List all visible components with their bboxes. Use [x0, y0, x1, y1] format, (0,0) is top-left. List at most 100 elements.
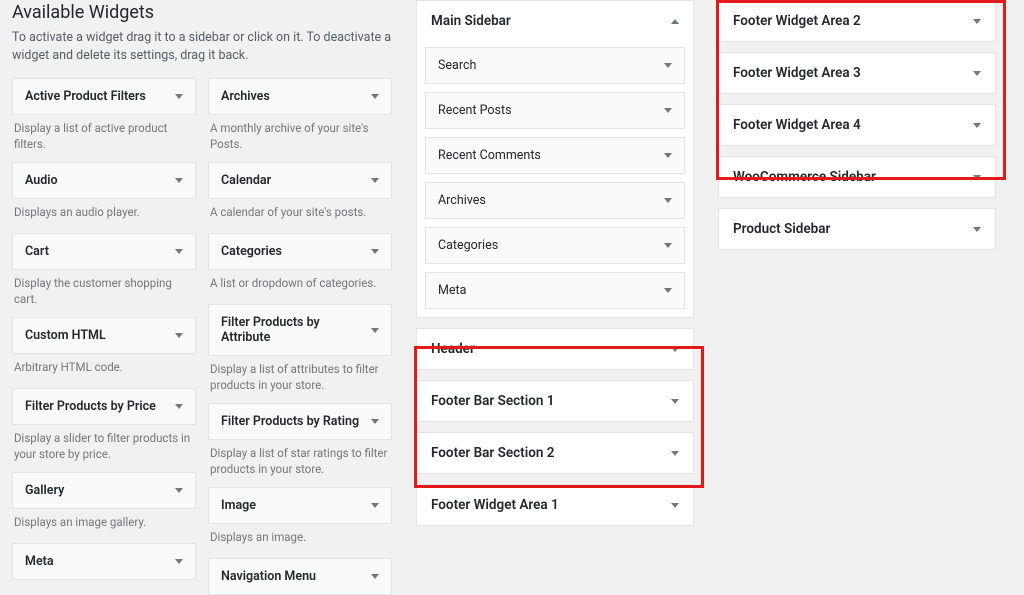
widget-desc: Displays an image. [208, 524, 392, 558]
sidebar-product: Product Sidebar [718, 208, 996, 250]
sidebar-footer-bar-1: Footer Bar Section 1 [416, 380, 694, 422]
sidebar-woocommerce-header[interactable]: WooCommerce Sidebar [719, 157, 995, 197]
widget-nav-menu[interactable]: Navigation Menu [208, 558, 392, 595]
sidebar-footer-widget-4-header[interactable]: Footer Widget Area 4 [719, 105, 995, 145]
sidebar-main-header[interactable]: Main Sidebar [417, 1, 693, 41]
chevron-down-icon [973, 227, 981, 232]
sidebar-areas-col-2: Footer Widget Area 2 Footer Widget Area … [718, 0, 996, 595]
sidebar-header-area-header[interactable]: Header [417, 329, 693, 369]
widget-filter-rating[interactable]: Filter Products by Rating [208, 403, 392, 440]
chevron-down-icon [371, 574, 379, 579]
sidebar-footer-widget-4: Footer Widget Area 4 [718, 104, 996, 146]
widget-filter-attribute[interactable]: Filter Products by Attribute [208, 304, 392, 356]
widgets-admin: Available Widgets To activate a widget d… [0, 0, 1024, 595]
chevron-down-icon [175, 404, 183, 409]
sidebar-title: Header [431, 341, 475, 357]
chevron-down-icon [664, 153, 672, 158]
widget-desc: A list or dropdown of categories. [208, 270, 392, 304]
widget-meta[interactable]: Meta [12, 543, 196, 580]
sidebar-widget-recent-posts[interactable]: Recent Posts [425, 92, 685, 129]
widget-desc: Display the customer shopping cart. [12, 270, 196, 317]
sidebar-title: WooCommerce Sidebar [733, 169, 876, 185]
sidebar-title: Footer Bar Section 2 [431, 445, 554, 461]
widget-title: Filter Products by Attribute [221, 315, 371, 345]
chevron-down-icon [664, 63, 672, 68]
sidebar-main-body: Search Recent Posts Recent Comments Arch… [417, 41, 693, 317]
sidebar-widget-categories[interactable]: Categories [425, 227, 685, 264]
available-widgets-col-left: Active Product Filters Display a list of… [12, 78, 196, 595]
widget-cart[interactable]: Cart [12, 233, 196, 270]
sidebar-widget-recent-comments[interactable]: Recent Comments [425, 137, 685, 174]
sidebar-widget-meta[interactable]: Meta [425, 272, 685, 309]
chevron-down-icon [671, 451, 679, 456]
chevron-down-icon [973, 71, 981, 76]
widget-archives[interactable]: Archives [208, 78, 392, 115]
chevron-down-icon [664, 288, 672, 293]
widget-filter-price[interactable]: Filter Products by Price [12, 388, 196, 425]
sidebar-title: Footer Widget Area 1 [431, 497, 559, 513]
sidebar-footer-widget-3: Footer Widget Area 3 [718, 52, 996, 94]
sidebar-title: Footer Widget Area 2 [733, 13, 861, 29]
widget-title: Categories [221, 244, 282, 259]
chevron-down-icon [175, 249, 183, 254]
widget-label: Search [438, 58, 476, 73]
chevron-down-icon [371, 419, 379, 424]
sidebar-footer-bar-2-header[interactable]: Footer Bar Section 2 [417, 433, 693, 473]
widget-title: Archives [221, 89, 270, 104]
sidebar-main: Main Sidebar Search Recent Posts Recent … [416, 0, 694, 318]
widget-title: Audio [25, 173, 58, 188]
widget-desc: Display a list of active product filters… [12, 115, 196, 162]
available-widgets-desc: To activate a widget drag it to a sideba… [12, 29, 392, 64]
widget-desc: Displays an image gallery. [12, 509, 196, 543]
widget-desc: Displays an audio player. [12, 199, 196, 233]
sidebar-areas-col-1: Main Sidebar Search Recent Posts Recent … [416, 0, 694, 595]
widget-desc: Display a slider to filter products in y… [12, 425, 196, 472]
widget-desc: Arbitrary HTML code. [12, 354, 196, 388]
chevron-down-icon [664, 108, 672, 113]
widget-gallery[interactable]: Gallery [12, 472, 196, 509]
widget-audio[interactable]: Audio [12, 162, 196, 199]
sidebar-footer-widget-1-header[interactable]: Footer Widget Area 1 [417, 485, 693, 525]
chevron-down-icon [664, 243, 672, 248]
sidebar-footer-widget-2: Footer Widget Area 2 [718, 0, 996, 42]
widget-title: Active Product Filters [25, 89, 146, 104]
widget-title: Filter Products by Rating [221, 414, 359, 429]
sidebar-widget-search[interactable]: Search [425, 47, 685, 84]
sidebar-title: Footer Widget Area 4 [733, 117, 861, 133]
widget-desc: A monthly archive of your site's Posts. [208, 115, 392, 162]
sidebar-woocommerce: WooCommerce Sidebar [718, 156, 996, 198]
chevron-down-icon [664, 198, 672, 203]
widget-label: Archives [438, 193, 486, 208]
chevron-down-icon [175, 94, 183, 99]
sidebar-header-area: Header [416, 328, 694, 370]
chevron-down-icon [671, 399, 679, 404]
sidebar-title: Footer Widget Area 3 [733, 65, 861, 81]
chevron-down-icon [371, 328, 379, 333]
widget-active-product-filters[interactable]: Active Product Filters [12, 78, 196, 115]
chevron-down-icon [973, 19, 981, 24]
sidebar-title: Product Sidebar [733, 221, 830, 237]
widget-custom-html[interactable]: Custom HTML [12, 317, 196, 354]
sidebar-footer-widget-2-header[interactable]: Footer Widget Area 2 [719, 1, 995, 41]
widget-title: Cart [25, 244, 49, 259]
chevron-down-icon [371, 249, 379, 254]
chevron-down-icon [175, 333, 183, 338]
available-widgets-title: Available Widgets [12, 2, 392, 23]
chevron-down-icon [371, 503, 379, 508]
widget-categories[interactable]: Categories [208, 233, 392, 270]
chevron-down-icon [371, 178, 379, 183]
widget-title: Image [221, 498, 256, 513]
sidebar-product-header[interactable]: Product Sidebar [719, 209, 995, 249]
sidebar-footer-bar-1-header[interactable]: Footer Bar Section 1 [417, 381, 693, 421]
sidebar-footer-widget-1: Footer Widget Area 1 [416, 484, 694, 526]
sidebar-widget-archives[interactable]: Archives [425, 182, 685, 219]
widget-calendar[interactable]: Calendar [208, 162, 392, 199]
widget-title: Navigation Menu [221, 569, 316, 584]
sidebar-footer-widget-3-header[interactable]: Footer Widget Area 3 [719, 53, 995, 93]
widget-desc: A calendar of your site's posts. [208, 199, 392, 233]
widget-image[interactable]: Image [208, 487, 392, 524]
sidebar-title: Main Sidebar [431, 13, 511, 29]
widget-label: Recent Comments [438, 148, 541, 163]
widget-title: Gallery [25, 483, 64, 498]
chevron-down-icon [671, 503, 679, 508]
